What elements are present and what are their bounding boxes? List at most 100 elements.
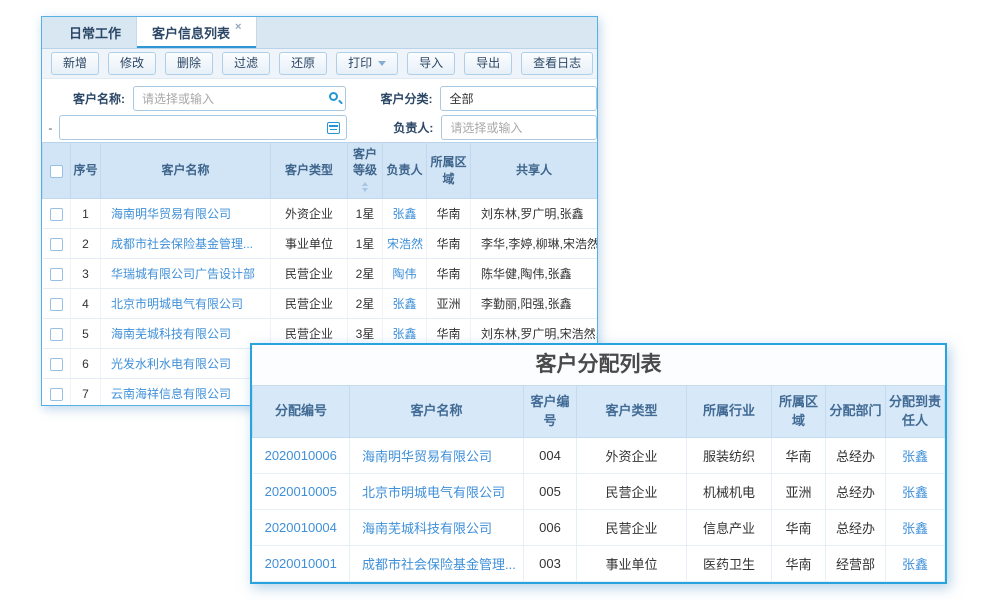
cell-owner-link[interactable]: 张鑫 (392, 327, 416, 341)
add-button[interactable]: 新增 (51, 52, 99, 75)
edit-button[interactable]: 修改 (108, 52, 156, 75)
cell-assignee-link[interactable]: 张鑫 (902, 485, 928, 500)
filter-button[interactable]: 过滤 (222, 52, 270, 75)
column-header-level-label: 客户等级 (353, 147, 377, 177)
cell-assignee-link[interactable]: 张鑫 (902, 449, 928, 464)
cell-name-link[interactable]: 海南芜城科技有限公司 (111, 327, 231, 341)
cell-industry: 服装纺织 (687, 438, 772, 474)
cell-no: 7 (71, 379, 101, 407)
column-header-level[interactable]: 客户等级 (348, 143, 383, 199)
cell-type: 民营企业 (271, 259, 348, 289)
sort-icon[interactable] (362, 182, 368, 191)
column-header-dept[interactable]: 分配部门 (826, 386, 886, 438)
cell-name-link[interactable]: 海南明华贸易有限公司 (362, 449, 492, 464)
column-header-name[interactable]: 客户名称 (101, 143, 271, 199)
cell-name-link[interactable]: 北京市明城电气有限公司 (362, 485, 505, 500)
tab-daily-work[interactable]: 日常工作 (54, 17, 136, 48)
delete-button-label: 删除 (177, 56, 201, 70)
column-header-name-label: 客户名称 (410, 403, 462, 418)
row-checkbox[interactable] (50, 268, 63, 281)
row-select-cell (43, 349, 71, 379)
cell-name-link[interactable]: 云南海祥信息有限公司 (111, 387, 231, 401)
cell-region: 亚洲 (772, 474, 826, 510)
search-icon[interactable] (329, 92, 338, 101)
cell-name-link[interactable]: 海南芜城科技有限公司 (362, 521, 492, 536)
cell-owner-link[interactable]: 宋浩然 (387, 237, 423, 251)
column-header-name[interactable]: 客户名称 (350, 386, 524, 438)
column-header-type[interactable]: 客户类型 (271, 143, 348, 199)
cell-assignee-link[interactable]: 张鑫 (902, 521, 928, 536)
cell-name-link[interactable]: 成都市社会保险基金管理... (111, 237, 253, 251)
column-header-assignee[interactable]: 分配到责任人 (886, 386, 945, 438)
cell-name-link[interactable]: 成都市社会保险基金管理... (362, 557, 516, 572)
column-header-industry[interactable]: 所属行业 (687, 386, 772, 438)
import-button-label: 导入 (419, 56, 443, 70)
table-row: 2020010006海南明华贸易有限公司004外资企业服装纺织华南总经办张鑫 (253, 438, 945, 474)
cell-type: 事业单位 (577, 546, 687, 582)
date-input[interactable] (60, 116, 346, 139)
cell-region: 华南 (772, 546, 826, 582)
delete-button[interactable]: 删除 (165, 52, 213, 75)
column-header-alloc_no[interactable]: 分配编号 (253, 386, 350, 438)
column-header-type[interactable]: 客户类型 (577, 386, 687, 438)
cell-owner: 张鑫 (383, 289, 427, 319)
cell-cust_no: 006 (524, 510, 577, 546)
row-checkbox[interactable] (50, 208, 63, 221)
filter-row-2: - 负责人: (42, 113, 597, 142)
cell-alloc_no-link[interactable]: 2020010005 (265, 484, 337, 499)
table-row: 3华瑞城有限公司广告设计部民营企业2星陶伟华南陈华健,陶伟,张鑫 (43, 259, 598, 289)
cell-name-link[interactable]: 华瑞城有限公司广告设计部 (111, 267, 255, 281)
tab-close-icon[interactable]: × (235, 21, 241, 33)
owner-label: 负责人: (347, 119, 441, 136)
cell-no: 3 (71, 259, 101, 289)
cell-assignee-link[interactable]: 张鑫 (902, 557, 928, 572)
cell-alloc_no-link[interactable]: 2020010004 (265, 520, 337, 535)
cell-type: 民营企业 (577, 510, 687, 546)
row-checkbox[interactable] (50, 388, 63, 401)
column-header-owner-label: 负责人 (386, 163, 422, 177)
select-all-checkbox[interactable] (50, 165, 63, 178)
calendar-icon[interactable] (327, 122, 340, 134)
cell-name-link[interactable]: 北京市明城电气有限公司 (111, 297, 243, 311)
cell-owner-link[interactable]: 陶伟 (392, 267, 416, 281)
view-log-button[interactable]: 查看日志 (521, 52, 593, 75)
customer-name-input[interactable] (134, 87, 345, 110)
tab-bar: 日常工作客户信息列表× (42, 17, 597, 49)
cell-dept: 经营部 (826, 546, 886, 582)
column-header-owner[interactable]: 负责人 (383, 143, 427, 199)
import-button[interactable]: 导入 (407, 52, 455, 75)
cell-owner-link[interactable]: 张鑫 (392, 297, 416, 311)
cell-region: 华南 (427, 199, 471, 229)
row-select-cell (43, 229, 71, 259)
cell-name: 成都市社会保险基金管理... (101, 229, 271, 259)
restore-button[interactable]: 还原 (279, 52, 327, 75)
row-checkbox[interactable] (50, 298, 63, 311)
table-row: 2020010004海南芜城科技有限公司006民营企业信息产业华南总经办张鑫 (253, 510, 945, 546)
row-checkbox[interactable] (50, 358, 63, 371)
table-row: 2020010001成都市社会保险基金管理...003事业单位医药卫生华南经营部… (253, 546, 945, 582)
column-header-region[interactable]: 所属区域 (772, 386, 826, 438)
column-header-type-label: 客户类型 (285, 163, 333, 177)
cell-name: 华瑞城有限公司广告设计部 (101, 259, 271, 289)
cell-alloc_no-link[interactable]: 2020010006 (265, 448, 337, 463)
print-button[interactable]: 打印 (336, 52, 398, 75)
row-checkbox[interactable] (50, 328, 63, 341)
cell-name-link[interactable]: 光发水利水电有限公司 (111, 357, 231, 371)
cell-alloc_no-link[interactable]: 2020010001 (265, 556, 337, 571)
customer-category-select[interactable]: 全部 (440, 86, 597, 111)
column-header-cust_no[interactable]: 客户编号 (524, 386, 577, 438)
column-header-cust_no-label: 客户编号 (530, 394, 569, 427)
cell-name-link[interactable]: 海南明华贸易有限公司 (111, 207, 231, 221)
cell-owner-link[interactable]: 张鑫 (392, 207, 416, 221)
customer-table-header-row: 序号客户名称客户类型 客户等级负责人所属区域共享人 (43, 143, 598, 199)
column-header-shared[interactable]: 共享人 (471, 143, 598, 199)
cell-level: 1星 (348, 199, 383, 229)
tab-customer-info-list[interactable]: 客户信息列表× (136, 17, 257, 48)
customer-table-head: 序号客户名称客户类型 客户等级负责人所属区域共享人 (43, 143, 598, 199)
allocation-table: 分配编号 客户名称 客户编号客户类型所属行业所属区域分配部门分配到责任人 20200… (252, 385, 945, 582)
owner-input[interactable] (442, 116, 596, 139)
row-checkbox[interactable] (50, 238, 63, 251)
column-header-no[interactable]: 序号 (71, 143, 101, 199)
export-button[interactable]: 导出 (464, 52, 512, 75)
column-header-region[interactable]: 所属区域 (427, 143, 471, 199)
